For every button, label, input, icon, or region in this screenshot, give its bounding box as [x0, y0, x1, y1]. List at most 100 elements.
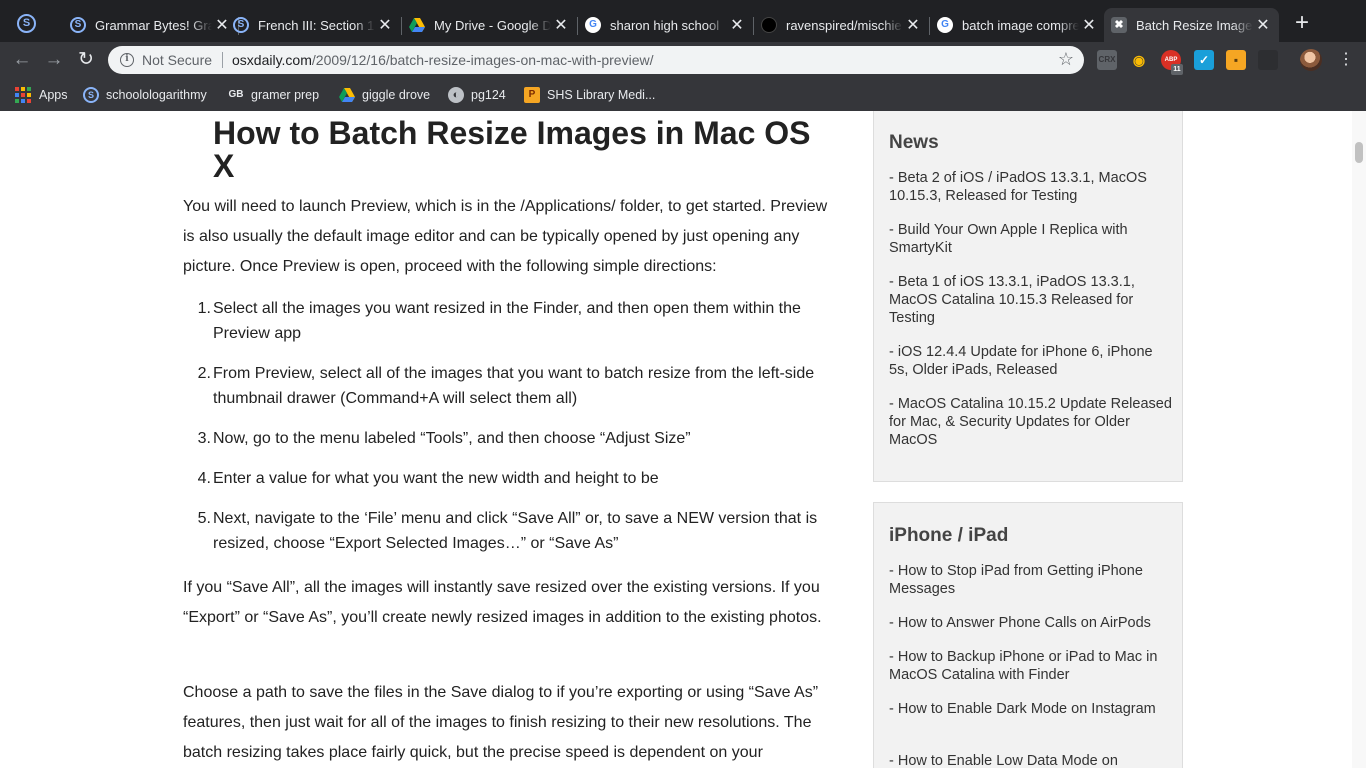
more-menu-icon[interactable]: ⋮ [1336, 50, 1356, 70]
steps-list: 1. Select all the images you want resized… [198, 296, 833, 571]
url-path: /2009/12/16/batch-resize-images-on-mac-w… [311, 52, 654, 68]
reload-icon[interactable]: ↻ [76, 50, 96, 70]
tab-batch-resize-images[interactable]: ✖ Batch Resize Image ✕ [1104, 8, 1279, 42]
iphone-ipad-widget: iPhone / iPad - How to Stop iPad from Ge… [873, 502, 1183, 768]
step-text: Select all the images you want resized i… [213, 300, 801, 342]
list-item: 2. From Preview, select all of the images… [198, 361, 833, 411]
url-host: osxdaily.com [232, 52, 312, 68]
crx-extension-icon[interactable]: CRX [1097, 50, 1117, 70]
new-tab-button[interactable]: + [1290, 11, 1314, 36]
step-text: Now, go to the menu labeled “Tools”, and… [213, 430, 691, 447]
tab-title: My Drive - Google D [434, 17, 551, 33]
info-icon[interactable]: i [120, 53, 134, 67]
close-icon[interactable]: ✕ [1079, 15, 1099, 35]
news-link[interactable]: - MacOS Catalina 10.15.2 Update Released… [889, 395, 1174, 449]
list-item: 5. Next, navigate to the ‘File’ menu and … [198, 506, 833, 556]
blue-extension-icon[interactable]: ✓ [1194, 50, 1214, 70]
browser-chrome: S S Grammar Bytes! Gra ✕ S French III: S… [0, 0, 1366, 111]
step-number: 5. [197, 510, 211, 527]
bookmark-schoolologarithmy[interactable]: S schoolologarithmy [83, 86, 207, 104]
close-icon[interactable]: ✕ [903, 15, 923, 35]
owl-extension-icon[interactable]: ◉ [1129, 50, 1149, 70]
scrollbar-thumb[interactable] [1355, 142, 1363, 163]
tab-title: ravenspired/mischie [786, 17, 902, 33]
google-drive-icon [339, 87, 355, 103]
iphone-link[interactable]: - How to Backup iPhone or iPad to Mac in… [889, 648, 1174, 684]
iphone-link[interactable]: - How to Enable Low Data Mode on [889, 752, 1174, 768]
list-item: 1. Select all the images you want resized… [198, 296, 833, 346]
news-widget: News - Beta 2 of iOS / iPadOS 13.3.1, Ma… [873, 111, 1183, 482]
news-link[interactable]: - Build Your Own Apple I Replica with Sm… [889, 221, 1174, 257]
bookmark-label: pg124 [471, 88, 506, 102]
article-title: How to Batch Resize Images in Mac OS X [213, 115, 811, 184]
abp-badge: 11 [1171, 64, 1183, 75]
bookmark-label: Apps [39, 88, 68, 102]
step-text: Enter a value for what you want the new … [213, 470, 659, 487]
box-extension-icon[interactable]: ▪ [1226, 50, 1246, 70]
security-label[interactable]: Not Secure [142, 52, 212, 68]
schoology-icon: S [70, 17, 86, 33]
user-avatar[interactable] [1300, 49, 1322, 71]
tab-title: batch image compre [962, 17, 1079, 33]
tab-french-iii[interactable]: S French III: Section 1 ✕ [226, 8, 402, 42]
library-icon: P [524, 87, 540, 103]
close-icon[interactable]: ✕ [551, 15, 571, 35]
iphone-link[interactable]: - How to Enable Dark Mode on Instagram [889, 700, 1174, 718]
tab-strip: S S Grammar Bytes! Gra ✕ S French III: S… [0, 0, 1366, 42]
bookmark-pg124[interactable]: ◐ pg124 [448, 86, 506, 104]
tab-my-drive[interactable]: My Drive - Google D ✕ [402, 8, 578, 42]
tab-title: Grammar Bytes! Gra [95, 17, 212, 33]
schoology-icon: S [83, 87, 99, 103]
bookmark-apps[interactable]: Apps [15, 86, 68, 104]
step-text: Next, navigate to the ‘File’ menu and cl… [213, 510, 818, 552]
iphone-link[interactable]: - How to Answer Phone Calls on AirPods [889, 614, 1174, 632]
article-intro: You will need to launch Preview, which i… [183, 198, 828, 275]
address-bar[interactable]: i Not Secure osxdaily.com/2009/12/16/bat… [108, 46, 1084, 74]
browser-toolbar: ← → ↻ i Not Secure osxdaily.com/2009/12/… [0, 42, 1366, 78]
google-icon: G [937, 17, 953, 33]
bookmark-label: gramer prep [251, 88, 320, 102]
bookmark-shs-library[interactable]: P SHS Library Medi... [524, 86, 655, 104]
back-arrow-icon[interactable]: ← [12, 50, 32, 70]
article-paragraph-2: If you “Save All”, all the images will i… [183, 579, 822, 626]
google-drive-icon [409, 17, 425, 33]
news-link[interactable]: - Beta 2 of iOS / iPadOS 13.3.1, MacOS 1… [889, 169, 1174, 205]
step-number: 2. [197, 365, 211, 382]
globe-icon: ◐ [448, 87, 464, 103]
forward-arrow-icon[interactable]: → [44, 50, 64, 70]
tab-title: sharon high school [610, 17, 720, 33]
schoology-icon: S [233, 17, 249, 33]
page-scrollbar[interactable] [1352, 111, 1366, 768]
news-link[interactable]: - Beta 1 of iOS 13.3.1, iPadOS 13.3.1, M… [889, 273, 1174, 327]
bookmark-label: giggle drove [362, 88, 431, 102]
dark-extension-icon[interactable] [1258, 50, 1278, 70]
news-heading: News [889, 132, 939, 153]
close-icon[interactable]: ✕ [375, 15, 395, 35]
tab-title: French III: Section 1 [258, 17, 375, 33]
url-text[interactable]: osxdaily.com/2009/12/16/batch-resize-ima… [232, 52, 653, 68]
web-page: How to Batch Resize Images in Mac OS X Y… [0, 111, 1366, 768]
tab-github-ravenspired[interactable]: ravenspired/mischie ✕ [754, 8, 930, 42]
news-link[interactable]: - iOS 12.4.4 Update for iPhone 6, iPhone… [889, 343, 1174, 379]
tab-sharon-high-school[interactable]: G sharon high school ✕ [578, 8, 754, 42]
tab-title: Batch Resize Image [1136, 17, 1253, 33]
bookmark-gramer-prep[interactable]: GB gramer prep [228, 86, 320, 104]
iphone-ipad-heading: iPhone / iPad [889, 525, 1009, 546]
osxdaily-icon: ✖ [1111, 17, 1127, 33]
abp-label: ABP [1164, 57, 1178, 63]
article-paragraph-3: Choose a path to save the files in the S… [183, 684, 819, 761]
tab-batch-image-compress[interactable]: G batch image compre ✕ [930, 8, 1105, 42]
tab-grammar-bytes[interactable]: S Grammar Bytes! Gra ✕ [63, 8, 239, 42]
omnibox-divider [222, 52, 223, 68]
iphone-link[interactable]: - How to Stop iPad from Getting iPhone M… [889, 562, 1174, 598]
bookmark-giggle-drove[interactable]: giggle drove [339, 86, 430, 104]
step-number: 3. [197, 430, 211, 447]
close-icon[interactable]: ✕ [1253, 15, 1273, 35]
list-item: 3. Now, go to the menu labeled “Tools”, a… [198, 426, 833, 451]
schoology-profile-icon[interactable]: S [17, 14, 36, 33]
close-icon[interactable]: ✕ [727, 15, 747, 35]
google-icon: G [585, 17, 601, 33]
bookmark-star-icon[interactable]: ☆ [1058, 49, 1074, 70]
apps-grid-icon [15, 87, 31, 103]
github-icon [761, 17, 777, 33]
